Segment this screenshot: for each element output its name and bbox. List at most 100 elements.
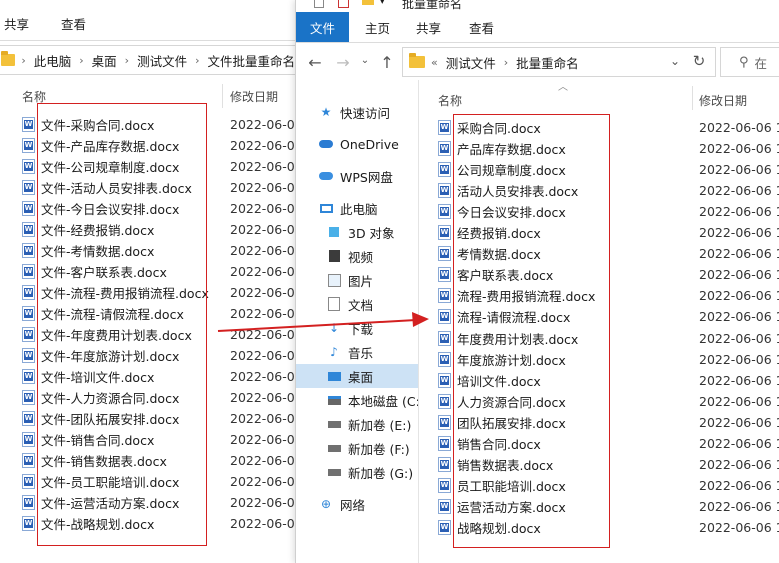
window-title: 批量重命名 [402, 0, 463, 11]
network-icon: ⊕ [320, 497, 332, 511]
nav-item[interactable]: 新加卷 (F:) [296, 436, 418, 460]
chevron-right-icon: › [21, 53, 26, 67]
breadcrumb-item[interactable]: 测试文件 [440, 53, 502, 72]
tab-file[interactable]: 文件 [296, 12, 350, 42]
word-document-icon [22, 516, 35, 531]
column-header-date[interactable]: 修改日期 [699, 92, 747, 109]
nav-item[interactable]: ★ 快速访问 [296, 100, 418, 124]
breadcrumb-item[interactable]: 批量重命名 [510, 53, 585, 72]
ribbon-divider [0, 40, 300, 41]
word-document-icon [22, 201, 35, 216]
breadcrumb-item[interactable]: 测试文件 [131, 51, 193, 70]
nav-item[interactable]: 视频 [296, 244, 418, 268]
nav-item[interactable]: ♪ 音乐 [296, 340, 418, 364]
word-document-icon [22, 453, 35, 468]
file-date: 2022-06-06 14 [699, 183, 779, 199]
address-bar[interactable]: › 此电脑 › 桌面 › 测试文件 › 文件批量重命名 [0, 45, 300, 75]
file-date: 2022-06-06 14 [699, 519, 779, 535]
breadcrumb-item[interactable]: 文件批量重命名 [201, 51, 300, 70]
navigation-pane: ★ 快速访问 OneDrive WPS网盘此电脑 3D 对象 视频 图片文档 ↓ 下载 ♪ 音乐 桌面… [296, 90, 418, 563]
chevron-right-icon: › [503, 55, 509, 69]
new-folder-icon[interactable] [362, 0, 374, 5]
nav-item[interactable]: 新加卷 (E:) [296, 412, 418, 436]
word-document-icon [22, 495, 35, 510]
word-document-icon [22, 432, 35, 447]
tab-home[interactable]: 主页 [349, 12, 406, 42]
word-document-icon [438, 330, 451, 346]
nav-item-label: 新加卷 (G:) [348, 465, 414, 481]
nav-item[interactable]: WPS网盘 [296, 164, 418, 188]
video-icon [326, 249, 342, 263]
file-date: 2022-06-06 14 [699, 267, 779, 283]
breadcrumb-item[interactable]: 桌面 [86, 51, 123, 70]
quick-access-icon[interactable] [314, 0, 324, 8]
ribbon-tabs: 文件 主页 共享 查看 [296, 12, 779, 42]
nav-item[interactable]: 本地磁盘 (C:) [296, 388, 418, 412]
file-date: 2022-06-06 [230, 201, 300, 216]
nav-item[interactable]: 3D 对象 [296, 220, 418, 244]
nav-item[interactable]: 图片 [296, 268, 418, 292]
word-document-icon [22, 348, 35, 363]
word-document-icon [22, 222, 35, 237]
word-document-icon [438, 267, 451, 283]
word-document-icon [438, 225, 451, 241]
chevron-right-icon: › [124, 53, 130, 67]
nav-item[interactable]: 新加卷 (G:) [296, 460, 418, 484]
word-document-icon [22, 306, 35, 321]
column-divider [222, 84, 223, 108]
document-icon [326, 297, 342, 311]
search-icon: ⚲ [739, 54, 749, 70]
nav-item-label: 下载 [348, 321, 374, 337]
nav-item[interactable]: 桌面 [296, 364, 418, 388]
file-date: 2022-06-06 [230, 138, 300, 153]
chevron-down-icon[interactable]: ▾ [380, 0, 392, 9]
nav-item-label: 本地磁盘 (C:) [348, 393, 418, 409]
folder-icon [1, 51, 16, 66]
cloud-icon [318, 137, 334, 151]
dropdown-chevron-icon[interactable]: ⌄ [664, 54, 686, 68]
file-date: 2022-06-06 14 [699, 141, 779, 157]
nav-item-label: 文档 [348, 297, 374, 313]
nav-item-label: 新加卷 (F:) [348, 441, 410, 457]
search-placeholder: 在 [754, 55, 768, 71]
nav-item[interactable]: 此电脑 [296, 196, 418, 220]
file-date: 2022-06-06 14 [699, 225, 779, 241]
tab-view[interactable]: 查看 [451, 12, 512, 42]
nav-item-label: 音乐 [348, 345, 374, 361]
properties-icon[interactable] [338, 0, 349, 8]
nav-item[interactable]: ⊕ 网络 [296, 492, 418, 516]
tab-share[interactable]: 共享 [0, 8, 33, 38]
back-arrow-icon[interactable]: ← [304, 53, 326, 72]
tab-share[interactable]: 共享 [406, 12, 451, 42]
nav-item[interactable]: OneDrive [296, 132, 418, 156]
word-document-icon [438, 120, 451, 135]
tab-view[interactable]: 查看 [33, 8, 114, 38]
recent-chevron-down-icon[interactable]: ⌄ [354, 55, 376, 66]
wps-cloud-icon [318, 169, 334, 183]
word-document-icon [22, 285, 35, 300]
refresh-icon[interactable]: ↻ [688, 52, 710, 70]
nav-item[interactable]: 文档 [296, 292, 418, 316]
column-header-date[interactable]: 修改日期 [230, 88, 278, 105]
pane-divider[interactable] [418, 80, 419, 563]
word-document-icon [22, 117, 35, 132]
word-document-icon [438, 204, 451, 220]
overflow-icon[interactable]: « [429, 56, 440, 69]
up-arrow-icon[interactable]: ↑ [376, 53, 398, 72]
search-box[interactable]: ⚲ 在 [720, 47, 779, 77]
file-date: 2022-06-06 [230, 516, 300, 531]
download-icon: ↓ [328, 321, 340, 335]
file-date: 2022-06-06 [230, 285, 300, 300]
word-document-icon [22, 264, 35, 279]
chevron-right-icon: › [195, 53, 200, 67]
word-document-icon [22, 327, 35, 342]
breadcrumb-item[interactable]: 此电脑 [28, 51, 78, 70]
nav-item[interactable]: ↓ 下载 [296, 316, 418, 340]
drive-icon [326, 417, 342, 431]
ribbon-tabs: 共享 查看 [0, 8, 300, 38]
forward-arrow-icon[interactable]: → [332, 53, 354, 72]
nav-item-label: 新加卷 (E:) [348, 417, 412, 433]
word-document-icon [438, 309, 451, 325]
word-document-icon [438, 456, 451, 472]
column-header-name[interactable]: 名称 [438, 92, 462, 109]
